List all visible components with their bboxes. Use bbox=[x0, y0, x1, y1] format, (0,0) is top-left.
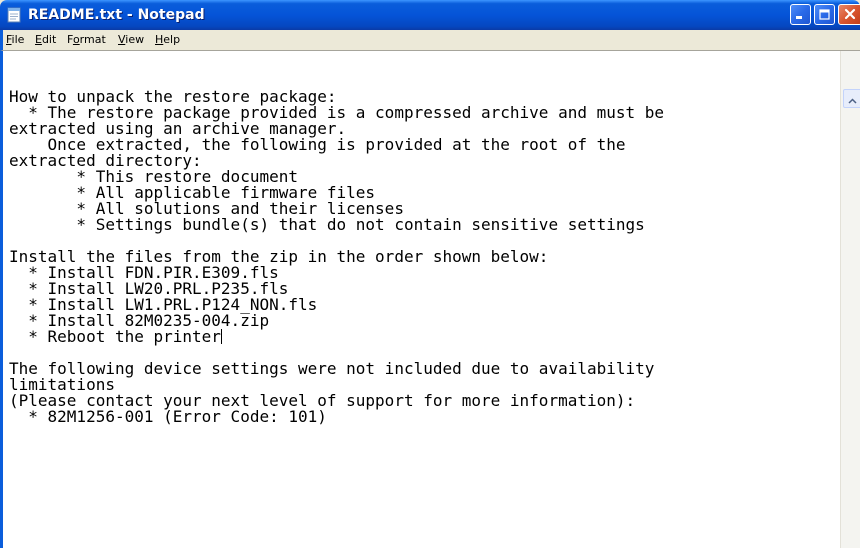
text-line: * Settings bundle(s) that do not contain… bbox=[9, 215, 645, 234]
maximize-button[interactable] bbox=[814, 4, 835, 25]
text-line: * Reboot the printer bbox=[9, 327, 222, 346]
minimize-button[interactable] bbox=[790, 4, 811, 25]
scroll-up-arrow-icon bbox=[848, 89, 857, 108]
menu-help[interactable]: Help bbox=[155, 33, 180, 47]
menu-format[interactable]: Format bbox=[67, 33, 106, 47]
close-button[interactable] bbox=[838, 4, 860, 25]
text-line: * 82M1256-001 (Error Code: 101) bbox=[9, 407, 327, 425]
text-line: The following device settings were not i… bbox=[9, 359, 655, 378]
window-title: README.txt - Notepad bbox=[28, 7, 205, 23]
title-bar[interactable]: README.txt - Notepad bbox=[0, 0, 860, 30]
vertical-scrollbar[interactable] bbox=[840, 51, 860, 548]
menu-view[interactable]: View bbox=[118, 33, 144, 47]
maximize-icon bbox=[819, 5, 830, 24]
close-icon bbox=[844, 5, 856, 24]
text-editor[interactable]: How to unpack the restore package: * The… bbox=[0, 50, 860, 548]
minimize-icon bbox=[795, 5, 806, 24]
text-caret bbox=[220, 329, 222, 344]
notepad-window: README.txt - Notepad File Edit Format Vi… bbox=[0, 0, 860, 548]
menu-file[interactable]: File bbox=[6, 33, 24, 47]
notepad-icon[interactable] bbox=[6, 7, 22, 23]
document-text[interactable]: How to unpack the restore package: * The… bbox=[9, 89, 837, 425]
menu-edit[interactable]: Edit bbox=[35, 33, 56, 47]
menu-bar: File Edit Format View Help bbox=[0, 30, 860, 50]
scroll-up-button[interactable] bbox=[843, 89, 860, 108]
